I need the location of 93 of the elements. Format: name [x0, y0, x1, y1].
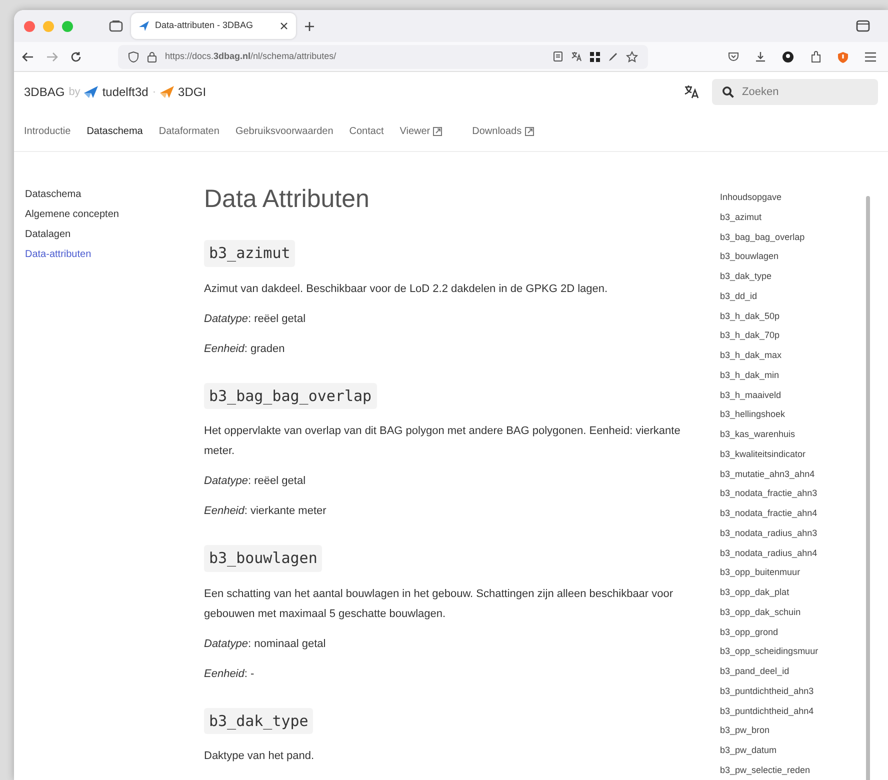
toc-link[interactable]: b3_nodata_fractie_ahn3 — [720, 484, 866, 504]
toc-link[interactable]: b3_mutatie_ahn3_ahn4 — [720, 464, 866, 484]
toc-link[interactable]: b3_h_maaiveld — [720, 386, 866, 406]
shield-extension-icon[interactable] — [837, 50, 849, 62]
sidebar-link[interactable]: Algemene concepten — [25, 208, 204, 222]
attribute-heading: b3_dak_type — [204, 708, 314, 734]
sidebar-link[interactable]: Dataschema — [25, 188, 204, 202]
translate-icon[interactable] — [571, 51, 582, 62]
browser-tab[interactable]: Data-attributen - 3DBAG — [131, 13, 296, 39]
toc-link[interactable]: b3_hellingshoek — [720, 405, 866, 425]
toc-link[interactable]: b3_dak_type — [720, 267, 866, 287]
toc-link[interactable]: b3_bag_bag_overlap — [720, 228, 866, 248]
pocket-icon[interactable] — [728, 51, 739, 62]
toc-link[interactable]: b3_h_dak_50p — [720, 306, 866, 326]
nav-link-item[interactable]: Viewer — [400, 124, 442, 139]
tab-close-icon[interactable] — [280, 22, 288, 30]
reload-icon[interactable] — [70, 50, 82, 62]
toc-title: Inhoudsopgave — [720, 191, 783, 204]
shield-icon[interactable] — [128, 50, 139, 62]
nav-link-item[interactable]: Gebruiksvoorwaarden — [235, 124, 334, 139]
sidebar-link[interactable]: Datalagen — [25, 228, 204, 242]
sidebar-link[interactable]: Data-attributen — [25, 248, 204, 262]
attribute-detail: Eenheid: vierkante meter — [204, 504, 328, 519]
bird-logo-icon — [139, 21, 149, 31]
toc-link[interactable]: b3_pw_bron — [720, 721, 866, 741]
account-icon[interactable] — [782, 50, 794, 62]
menu-icon[interactable] — [865, 52, 876, 62]
tab-title: Data-attributen - 3DBAG — [155, 19, 254, 32]
attribute-heading: b3_bouwlagen — [204, 545, 322, 572]
attribute-description: Azimut van dakdeel. Beschikbaar voor de LoD 2.2 dakdelen in de GPKG 2D lagen. — [204, 282, 609, 296]
reader-view-icon[interactable] — [553, 51, 563, 62]
attribute-detail: Datatype: nominaal getal — [204, 636, 327, 652]
by-text: by — [68, 84, 80, 100]
toc-link[interactable]: b3_kwaliteitsindicator — [720, 444, 866, 464]
toc-link[interactable]: b3_h_dak_70p — [720, 326, 866, 346]
toc-link[interactable]: b3_kas_warenhuis — [720, 425, 866, 445]
nav-link-item[interactable]: Downloads — [472, 124, 534, 139]
attribute-description: Een schatting van het aantal bouwlagen in het gebouw. Schattingen zijn alleen beschikbaar voor gebouwen met maximaal 5 geschatte bouwlagen. — [204, 586, 674, 622]
site-logo[interactable]: 3DBAG — [24, 83, 65, 101]
close-window-button[interactable] — [24, 20, 35, 32]
back-icon[interactable] — [22, 52, 34, 62]
toc-link[interactable]: b3_opp_grond — [720, 622, 866, 642]
toc-link[interactable]: b3_pand_deel_id — [720, 662, 866, 682]
attribute-detail: Datatype: reëel getal — [204, 474, 307, 489]
bookmark-star-icon[interactable] — [626, 50, 638, 62]
scrollbar[interactable] — [866, 196, 870, 780]
extension-grid-icon[interactable] — [590, 52, 600, 62]
attribute-description: Daktype van het pand. — [204, 749, 316, 764]
nav-link-item[interactable]: Contact — [349, 124, 384, 139]
toc-link[interactable]: b3_pw_selectie_reden — [720, 760, 866, 780]
page-title: Data Attributen — [204, 184, 370, 214]
bird-logo-icon — [160, 86, 174, 98]
nav-link-item[interactable]: Introductie — [24, 124, 71, 139]
download-icon[interactable] — [755, 51, 766, 62]
pen-icon[interactable] — [608, 52, 618, 62]
toc-link[interactable]: b3_h_dak_max — [720, 346, 866, 366]
attribute-detail: Eenheid: graden — [204, 342, 286, 356]
attribute-heading: b3_bag_bag_overlap — [204, 382, 377, 409]
toc-link[interactable]: b3_opp_dak_plat — [720, 583, 866, 603]
toc-link[interactable]: b3_puntdichtheid_ahn3 — [720, 682, 866, 702]
toc-link[interactable]: b3_dd_id — [720, 286, 866, 306]
partner-logo-text[interactable]: 3DGI — [178, 83, 206, 101]
toc-link[interactable]: b3_opp_buitenmuur — [720, 563, 866, 583]
toc-link[interactable]: b3_azimut — [720, 208, 866, 228]
toc-link[interactable]: b3_nodata_fractie_ahn4 — [720, 504, 866, 524]
toc-link[interactable]: b3_opp_dak_schuin — [720, 602, 866, 622]
attribute-description: Het oppervlakte van overlap van dit BAG polygon met andere BAG polygonen. Eenheid: vierkante meter. — [204, 424, 682, 459]
toc-link[interactable]: b3_h_dak_min — [720, 366, 866, 386]
attribute-detail: Eenheid: - — [204, 666, 256, 682]
address-bar[interactable]: https://docs.3dbag.nl/nl/schema/attributes/ — [118, 44, 648, 68]
bird-logo-icon — [84, 86, 98, 98]
window-list-icon[interactable] — [856, 20, 870, 32]
attribute-heading: b3_azimut — [204, 240, 296, 266]
external-link-icon — [433, 127, 442, 136]
toc-link[interactable]: b3_pw_datum — [720, 741, 866, 761]
search-field[interactable]: Zoeken — [712, 79, 878, 105]
toc-link[interactable]: b3_bouwlagen — [720, 247, 866, 267]
toc-link[interactable]: b3_opp_scheidingsmuur — [720, 642, 866, 662]
new-tab-icon[interactable] — [304, 20, 315, 32]
toc-link[interactable]: b3_nodata_radius_ahn4 — [720, 544, 866, 564]
extensions-icon[interactable] — [810, 50, 821, 62]
tab-overview-icon[interactable] — [109, 20, 123, 32]
translate-icon[interactable] — [684, 85, 700, 99]
toc-link[interactable]: b3_puntdichtheid_ahn4 — [720, 702, 866, 722]
nav-link-item[interactable]: Dataformaten — [158, 124, 220, 139]
partner-logo-text[interactable]: tudelft3d — [102, 83, 148, 101]
external-link-icon — [524, 127, 534, 136]
separator-text: · — [152, 84, 156, 100]
nav-link-item[interactable]: Dataschema — [86, 124, 143, 139]
attribute-detail: Datatype: reëel getal — [204, 312, 307, 326]
toc-link[interactable]: b3_nodata_radius_ahn3 — [720, 524, 866, 544]
url-text: https://docs.3dbag.nl/nl/schema/attributes/ — [165, 50, 336, 63]
lock-icon[interactable] — [147, 50, 157, 62]
